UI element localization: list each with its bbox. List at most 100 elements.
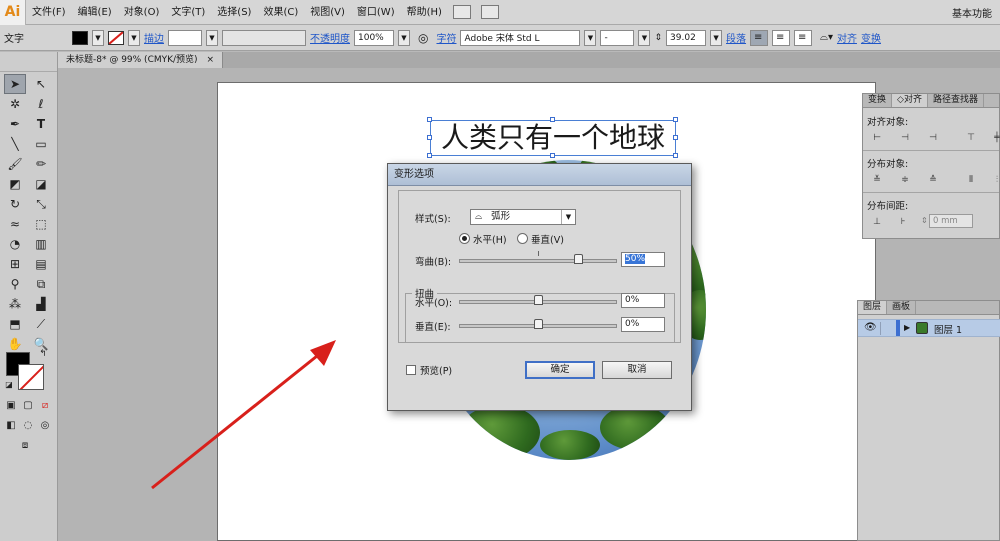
- envelope-warp-icon[interactable]: ⌓▾: [820, 32, 833, 43]
- visibility-eye-icon[interactable]: 👁: [864, 322, 877, 333]
- tab-transform[interactable]: 变换: [863, 94, 893, 107]
- vertical-radio[interactable]: [517, 233, 528, 244]
- selection-handle[interactable]: [673, 117, 678, 122]
- align-left-edge-icon[interactable]: ⊢: [871, 132, 883, 144]
- scale-tool-icon[interactable]: ⤡: [30, 194, 52, 214]
- recolor-icon[interactable]: ◎: [418, 31, 428, 45]
- stroke-link[interactable]: 描边: [144, 30, 164, 45]
- menu-file[interactable]: 文件(F): [26, 0, 72, 25]
- color-mode-icon[interactable]: ▣: [4, 398, 18, 412]
- paragraph-link[interactable]: 段落: [726, 30, 746, 45]
- column-graph-tool-icon[interactable]: ▟: [30, 294, 52, 314]
- selection-handle[interactable]: [673, 153, 678, 158]
- magic-wand-tool-icon[interactable]: ✲: [4, 94, 26, 114]
- blob-brush-tool-icon[interactable]: ◩: [4, 174, 26, 194]
- font-size-stepper-icon[interactable]: ⇕: [654, 33, 662, 43]
- layer-name[interactable]: 图层 1: [934, 322, 962, 336]
- bend-slider-thumb[interactable]: [573, 254, 583, 264]
- menu-help[interactable]: 帮助(H): [401, 0, 448, 25]
- symbol-sprayer-tool-icon[interactable]: ⁂: [4, 294, 26, 314]
- menu-select[interactable]: 选择(S): [211, 0, 257, 25]
- perspective-grid-tool-icon[interactable]: ▥: [30, 234, 52, 254]
- align-h-center-icon[interactable]: ⊣: [899, 132, 911, 144]
- layer-row[interactable]: 👁 ▶ 图层 1: [858, 319, 1000, 337]
- screen-mode-icon[interactable]: ⧈: [16, 438, 34, 452]
- align-left-icon[interactable]: ≡: [750, 29, 769, 46]
- spacing-stepper-icon[interactable]: ⇕: [921, 216, 928, 225]
- direct-selection-tool-icon[interactable]: ↖: [30, 74, 52, 94]
- draw-behind-icon[interactable]: ◌: [21, 418, 35, 432]
- distribute-v-space-icon[interactable]: ⊥: [871, 216, 883, 228]
- distribute-bottom-icon[interactable]: ≙: [927, 174, 939, 186]
- menu-window[interactable]: 窗口(W): [351, 0, 401, 25]
- selection-tool-icon[interactable]: ➤: [4, 74, 26, 94]
- opacity-link[interactable]: 不透明度: [310, 30, 350, 45]
- document-tab[interactable]: 未标题-8* @ 99% (CMYK/预览) ×: [58, 52, 223, 68]
- preview-checkbox[interactable]: [406, 365, 416, 375]
- menu-view[interactable]: 视图(V): [304, 0, 351, 25]
- align-center-icon[interactable]: ≡: [772, 29, 791, 46]
- font-family-field[interactable]: Adobe 宋体 Std L: [460, 29, 581, 46]
- close-tab-icon[interactable]: ×: [206, 55, 214, 65]
- stroke-weight-field[interactable]: [168, 29, 202, 46]
- align-right-edge-icon[interactable]: ⊣: [927, 132, 939, 144]
- lasso-tool-icon[interactable]: ℓ: [30, 94, 52, 114]
- transform-link[interactable]: 变换: [861, 30, 881, 45]
- workspace-switcher[interactable]: 基本功能: [952, 5, 1000, 20]
- swap-fill-stroke-icon[interactable]: ↰: [36, 348, 50, 360]
- gradient-tool-icon[interactable]: ▤: [30, 254, 52, 274]
- type-tool-icon[interactable]: T: [30, 114, 52, 134]
- stroke-weight-dropdown-icon[interactable]: ▼: [206, 29, 218, 46]
- draw-inside-icon[interactable]: ◎: [38, 418, 52, 432]
- hand-tool-icon[interactable]: ✋: [4, 334, 26, 354]
- artboard-tool-icon[interactable]: ⬒: [4, 314, 26, 334]
- style-dropdown-icon[interactable]: ▼: [561, 210, 575, 224]
- opacity-field[interactable]: 100%: [354, 29, 394, 46]
- opacity-dropdown-icon[interactable]: ▼: [398, 29, 410, 46]
- fill-dropdown-icon[interactable]: ▼: [92, 29, 104, 46]
- slice-tool-icon[interactable]: ⟋: [30, 314, 52, 334]
- blend-tool-icon[interactable]: ⧉: [30, 274, 52, 294]
- menu-object[interactable]: 对象(O): [118, 0, 166, 25]
- preview-label[interactable]: 预览(P): [420, 363, 452, 377]
- variable-width-field[interactable]: [222, 29, 306, 46]
- bridge-icon[interactable]: [452, 5, 471, 19]
- distribute-left-icon[interactable]: ⫴: [965, 174, 977, 186]
- bend-slider[interactable]: [459, 259, 617, 263]
- selection-handle[interactable]: [550, 117, 555, 122]
- stroke-color-box[interactable]: [18, 364, 44, 390]
- align-right-icon[interactable]: ≡: [794, 29, 813, 46]
- font-size-dropdown-icon[interactable]: ▼: [710, 29, 723, 46]
- menu-edit[interactable]: 编辑(E): [72, 0, 118, 25]
- dialog-title[interactable]: 变形选项: [388, 164, 691, 186]
- mesh-tool-icon[interactable]: ⊞: [4, 254, 26, 274]
- horizontal-radio-label[interactable]: 水平(H): [473, 232, 507, 246]
- vertical-radio-label[interactable]: 垂直(V): [531, 232, 564, 246]
- dist-horizontal-field[interactable]: 0%: [621, 293, 665, 308]
- align-top-edge-icon[interactable]: ⊤: [965, 132, 977, 144]
- eyedropper-tool-icon[interactable]: ⚲: [4, 274, 26, 294]
- dist-vertical-field[interactable]: 0%: [621, 317, 665, 332]
- pencil-tool-icon[interactable]: ✏: [30, 154, 52, 174]
- font-style-dropdown-icon[interactable]: ▼: [638, 29, 651, 46]
- tools-panel-grip[interactable]: [0, 52, 57, 72]
- line-tool-icon[interactable]: ╲: [4, 134, 26, 154]
- stroke-swatch[interactable]: [108, 30, 124, 45]
- distribute-h-space-icon[interactable]: ⊦: [897, 216, 909, 228]
- tab-align[interactable]: ◇对齐: [892, 94, 928, 107]
- align-v-center-icon[interactable]: ╪: [991, 132, 1000, 144]
- selection-handle[interactable]: [673, 135, 678, 140]
- selection-handle[interactable]: [427, 117, 432, 122]
- selection-handle[interactable]: [550, 153, 555, 158]
- headline-text[interactable]: 人类只有一个地球: [430, 120, 676, 156]
- rotate-tool-icon[interactable]: ↻: [4, 194, 26, 214]
- tab-artboards[interactable]: 画板: [887, 301, 917, 314]
- rectangle-tool-icon[interactable]: ▭: [30, 134, 52, 154]
- shape-builder-tool-icon[interactable]: ◔: [4, 234, 26, 254]
- spacing-value-field[interactable]: 0 mm: [929, 214, 973, 228]
- bend-value-field[interactable]: 50%: [621, 252, 665, 267]
- ok-button[interactable]: 确定: [525, 361, 595, 379]
- dist-horizontal-thumb[interactable]: [534, 295, 543, 305]
- arrange-documents-icon[interactable]: [480, 5, 499, 19]
- none-mode-icon[interactable]: ⧄: [38, 398, 52, 412]
